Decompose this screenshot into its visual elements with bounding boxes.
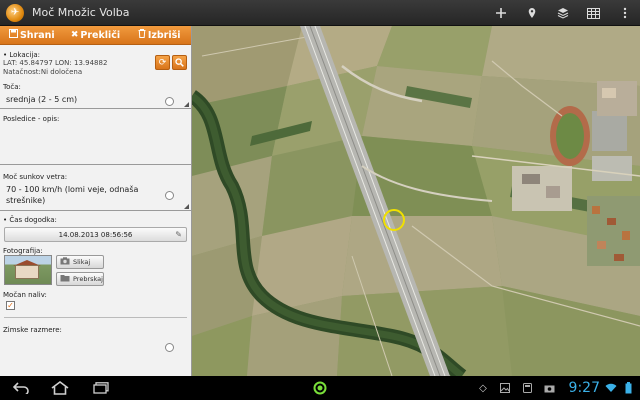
browse-photo-label: Prebrskaj	[73, 275, 103, 283]
layers-icon[interactable]	[547, 0, 578, 26]
action-bar: ✈ Moč Množic Volba	[0, 0, 640, 26]
save-icon	[8, 29, 18, 41]
wind-radio-icon	[165, 191, 174, 200]
form-toolbar: Shrani ✖ Prekliči Izbriši	[0, 26, 191, 45]
wind-label: Moč sunkov vetra:	[3, 173, 68, 181]
map-imagery	[192, 26, 640, 376]
refresh-location-button[interactable]: ⟳	[155, 55, 170, 70]
heavy-rain-checkbox[interactable]: ✓	[6, 301, 15, 310]
delete-button[interactable]: Izbriši	[127, 26, 191, 45]
winter-select[interactable]	[0, 334, 191, 352]
photo-label: Fotografija:	[3, 247, 43, 255]
trash-icon	[138, 29, 146, 41]
app-title: Moč Množic Volba	[32, 6, 130, 19]
take-photo-button[interactable]: Slikaj	[56, 255, 104, 269]
clock-text: 9:27	[568, 380, 600, 396]
dropdown-corner-icon	[184, 204, 189, 209]
photo-row: Slikaj Prebrskaj	[0, 255, 191, 291]
wind-select[interactable]: 70 - 100 km/h (lomi veje, odnaša strešni…	[0, 181, 191, 211]
usb-debug-icon: ◇	[479, 382, 487, 394]
wind-value: 70 - 100 km/h (lomi veje, odnaša strešni…	[6, 185, 139, 205]
running-app-indicator-icon[interactable]	[311, 379, 329, 397]
search-location-button[interactable]	[172, 55, 187, 70]
app-logo-icon[interactable]: ✈	[6, 3, 24, 22]
search-icon	[175, 58, 184, 67]
heavy-rain-label: Močan naliv:	[3, 291, 47, 299]
winter-label: Zimske razmere:	[3, 326, 62, 334]
browse-photo-button[interactable]: Prebrskaj	[56, 272, 104, 286]
location-buttons: ⟳	[155, 55, 187, 70]
event-time-button[interactable]: 14.08.2013 08:56:56 ✎	[4, 227, 187, 242]
wifi-icon	[604, 379, 618, 397]
dropdown-corner-icon	[184, 102, 189, 107]
system-navigation-bar: ◇ 9:27	[0, 376, 640, 400]
plus-icon[interactable]	[485, 0, 516, 26]
toca-radio-icon	[165, 97, 174, 106]
delete-label: Izbriši	[147, 29, 181, 41]
posledice-input[interactable]	[0, 123, 191, 165]
event-time-label: • Čas dogodka:	[3, 216, 57, 224]
camera-notification-icon	[542, 379, 556, 397]
cancel-label: Prekliči	[80, 29, 121, 41]
satellite-map[interactable]	[192, 26, 640, 376]
save-label: Shrani	[19, 29, 55, 41]
posledice-label: Posledice - opis:	[3, 115, 60, 123]
take-photo-label: Slikaj	[73, 258, 91, 266]
location-section: • Lokacija: LAT: 45.84797 LON: 13.94882 …	[0, 45, 191, 76]
action-bar-actions	[485, 0, 640, 26]
save-button[interactable]: Shrani	[0, 26, 64, 45]
cancel-button[interactable]: ✖ Prekliči	[64, 26, 128, 45]
pencil-icon: ✎	[175, 230, 182, 239]
recent-apps-icon[interactable]	[90, 379, 112, 397]
home-icon[interactable]	[48, 379, 72, 397]
event-time-value: 14.08.2013 08:56:56	[58, 230, 133, 239]
toca-select[interactable]: srednja (2 - 5 cm)	[0, 91, 191, 109]
battery-icon	[622, 379, 634, 397]
screen: ✈ Moč Množic Volba Shrani ✖ Prekliči Izb…	[0, 0, 640, 400]
refresh-icon: ⟳	[158, 57, 167, 68]
overflow-menu-icon[interactable]	[609, 0, 640, 26]
report-form-panel: Shrani ✖ Prekliči Izbriši • Lokacija: LA…	[0, 26, 192, 376]
grid-icon[interactable]	[578, 0, 609, 26]
back-icon[interactable]	[10, 379, 32, 397]
storage-notification-icon	[520, 379, 534, 397]
camera-icon	[60, 257, 70, 267]
thumbnail-house	[15, 265, 39, 279]
winter-radio-icon	[165, 343, 174, 352]
toca-value: srednja (2 - 5 cm)	[6, 95, 78, 104]
close-icon: ✖	[70, 30, 79, 40]
toca-label: Toča:	[3, 83, 21, 91]
location-pin-icon[interactable]	[516, 0, 547, 26]
image-notification-icon	[498, 379, 512, 397]
folder-icon	[60, 274, 70, 284]
checkmark-icon: ✓	[7, 301, 14, 310]
photo-thumbnail[interactable]	[4, 255, 52, 285]
